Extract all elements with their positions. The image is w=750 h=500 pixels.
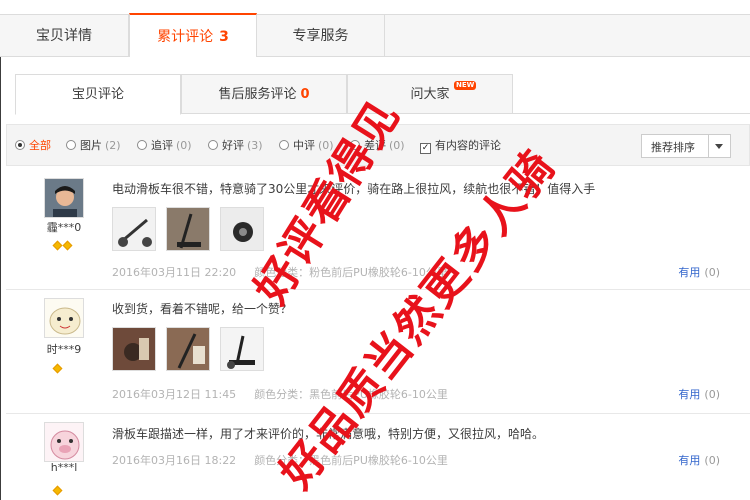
chevron-down-icon <box>715 144 723 149</box>
useful-count: (0) <box>704 266 720 279</box>
left-divider <box>0 57 1 500</box>
vip-diamond-icon <box>52 361 74 374</box>
user-name: h***l <box>50 461 78 474</box>
radio-icon <box>66 140 76 150</box>
vip-diamond-icon <box>52 483 74 496</box>
radio-icon <box>279 140 289 150</box>
review-photo-thumbnail[interactable] <box>165 327 210 371</box>
filter-label: 图片 <box>80 139 102 152</box>
review-photo-thumbnail[interactable] <box>219 327 264 371</box>
filter-label: 有内容的评论 <box>435 139 501 152</box>
filter-count: (2) <box>105 139 121 152</box>
cartoon-pig-icon <box>45 423 83 461</box>
review-photos <box>112 207 270 251</box>
sub-tab-aftersale-reviews[interactable]: 售后服务评论 0 <box>181 74 347 114</box>
tab-item-details[interactable]: 宝贝详情 <box>0 15 129 57</box>
filter-has-content[interactable]: ✓ 有内容的评论 <box>420 138 501 154</box>
sort-dropdown[interactable]: 推荐排序 <box>641 134 731 158</box>
review-item: 霾***0 电动滑板车很不错，特意骑了30公里才来评价，骑在路上很拉风，续航也很… <box>6 166 750 290</box>
useful-button[interactable]: 有用 (0) <box>678 264 720 280</box>
review-date: 2016年03月16日 18:22 <box>112 454 237 467</box>
useful-label: 有用 <box>678 454 701 467</box>
cartoon-avatar-icon <box>45 299 83 337</box>
filter-label: 追评 <box>151 139 173 152</box>
aftersale-count: 0 <box>300 87 310 102</box>
filter-label: 中评 <box>293 139 315 152</box>
filter-followup[interactable]: 追评 (0) <box>137 138 192 154</box>
tab-exclusive-service[interactable]: 专享服务 <box>257 15 385 57</box>
sub-tab-label: 宝贝评论 <box>71 87 124 102</box>
avatar[interactable] <box>44 422 84 462</box>
review-photo-thumbnail[interactable] <box>112 207 156 251</box>
tab-reviews[interactable]: 累计评论 3 <box>129 13 257 57</box>
user-name: 霾***0 <box>46 221 82 234</box>
sub-tab-label: 问大家 <box>410 87 450 102</box>
review-photo-thumbnail[interactable] <box>112 327 156 371</box>
review-item: h***l 滑板车跟描述一样，用了才来评价的，非常满意哦，特别方便，又很拉风，哈… <box>6 414 750 500</box>
filter-count: (3) <box>247 139 263 152</box>
radio-icon <box>208 140 218 150</box>
avatar[interactable] <box>44 178 84 218</box>
tab-label: 宝贝详情 <box>36 28 92 44</box>
filter-count: (0) <box>176 139 192 152</box>
radio-icon <box>137 140 147 150</box>
useful-count: (0) <box>704 388 720 401</box>
sub-tab-item-reviews[interactable]: 宝贝评论 <box>15 74 181 115</box>
useful-button[interactable]: 有用 (0) <box>678 386 720 402</box>
user-name: 时***9 <box>46 343 82 356</box>
useful-label: 有用 <box>678 388 701 401</box>
sort-label: 推荐排序 <box>651 141 695 154</box>
review-date: 2016年03月12日 11:45 <box>112 388 237 401</box>
top-tab-bar: 宝贝详情 累计评论 3 专享服务 <box>0 13 750 57</box>
filter-label: 全部 <box>29 139 51 152</box>
review-count: 3 <box>219 29 229 45</box>
filter-all[interactable]: 全部 <box>15 138 51 154</box>
useful-count: (0) <box>704 454 720 467</box>
vip-diamond-icon <box>52 238 74 251</box>
useful-label: 有用 <box>678 266 701 279</box>
filter-label: 好评 <box>222 139 244 152</box>
sub-tab-label: 售后服务评论 <box>218 87 297 102</box>
user-photo-icon <box>45 179 83 217</box>
filter-positive[interactable]: 好评 (3) <box>208 138 263 154</box>
new-badge: NEW <box>454 81 477 90</box>
review-photos <box>112 327 270 371</box>
sort-divider <box>708 135 709 157</box>
filter-pictures[interactable]: 图片 (2) <box>66 138 121 154</box>
useful-button[interactable]: 有用 (0) <box>678 452 720 468</box>
review-photo-thumbnail[interactable] <box>165 207 210 251</box>
checkmark-icon: ✓ <box>420 143 431 154</box>
tab-label: 专享服务 <box>292 28 349 44</box>
review-text: 收到货，看着不错呢，给一个赞？ <box>112 302 293 316</box>
avatar[interactable] <box>44 298 84 338</box>
tab-label: 累计评论 <box>157 29 214 45</box>
review-date: 2016年03月11日 22:20 <box>112 266 237 279</box>
radio-icon <box>15 140 25 150</box>
